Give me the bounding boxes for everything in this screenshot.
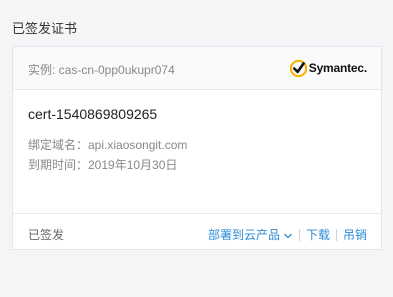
download-button[interactable]: 下载 [306,226,330,243]
card-actions: 部署到云产品 下载 吊销 [208,226,367,243]
deploy-button[interactable]: 部署到云产品 [208,226,293,243]
divider [298,228,300,241]
brand-name: Symantec. [308,61,367,75]
instance-id: 实例: cas-cn-0pp0ukupr074 [28,63,175,77]
section-title: 已签发证书 [12,21,78,36]
expiry-date: 到期时间：2019年10月30日 [28,158,178,172]
page: 已签发证书 实例: cas-cn-0pp0ukupr074 Symantec. … [0,0,393,297]
card-body: cert-1540869809265 绑定域名：api.xiaosongit.c… [13,90,381,213]
symantec-logo: Symantec. [289,59,367,77]
chevron-down-icon [283,231,293,241]
deploy-label: 部署到云产品 [207,228,280,242]
check-icon [289,59,307,77]
card-footer: 已签发 部署到云产品 下载 吊销 [13,213,381,252]
revoke-button[interactable]: 吊销 [343,226,367,243]
bound-domain: 绑定域名：api.xiaosongit.com [28,138,188,152]
certificate-card: 实例: cas-cn-0pp0ukupr074 Symantec. cert-1… [12,46,382,250]
divider [335,228,337,241]
certificate-name: cert-1540869809265 [28,106,158,122]
card-header: 实例: cas-cn-0pp0ukupr074 Symantec. [13,47,381,90]
status-label: 已签发 [28,228,65,242]
